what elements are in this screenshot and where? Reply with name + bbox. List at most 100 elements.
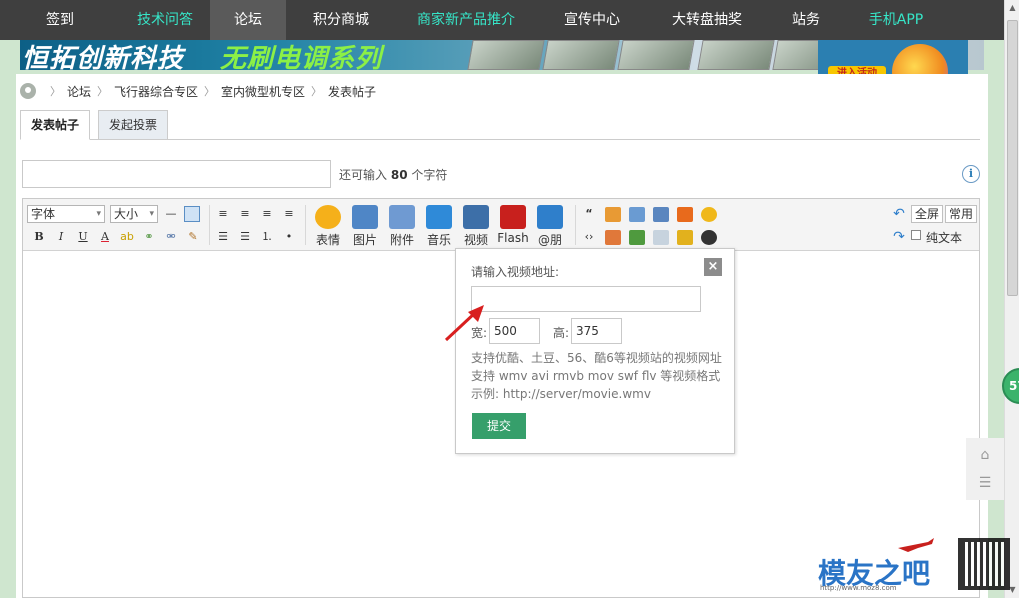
insert-link-icon[interactable]: ⚭ <box>141 229 157 245</box>
bold-icon[interactable]: B <box>31 229 47 245</box>
index-icon[interactable] <box>653 207 669 222</box>
nav-item[interactable]: 积分商城 <box>286 0 396 40</box>
quote-icon[interactable]: “ <box>581 206 597 222</box>
align-right-icon[interactable]: ≡ <box>259 206 275 222</box>
unlink-icon[interactable]: ⚮ <box>163 229 179 245</box>
scroll-thumb[interactable] <box>1007 20 1018 296</box>
nav-item[interactable]: 站务 <box>766 0 846 40</box>
plain-text-label: 纯文本 <box>926 231 963 245</box>
common-button[interactable]: 常用 <box>945 205 978 223</box>
undo-icon[interactable]: ↶ <box>891 206 907 222</box>
vertical-scrollbar[interactable]: ▲ ▼ <box>1004 0 1019 598</box>
code-icon[interactable]: ‹› <box>581 229 597 245</box>
media-button-label: Flash <box>497 231 529 245</box>
font-color-icon[interactable]: A <box>97 229 113 245</box>
product-image <box>542 40 620 70</box>
product-image <box>467 40 545 70</box>
char-counter: 还可输入 80 个字符 <box>339 168 448 182</box>
side-tools: ⌂ ☰ <box>966 438 1004 500</box>
float-left-icon[interactable]: ☰ <box>215 229 231 245</box>
top-nav: 签到 技术问答 论坛 积分商城 商家新产品推介 宣传中心 大转盘抽奖 站务 手机APP <box>0 0 1004 40</box>
media-button[interactable]: 表情 <box>311 205 345 248</box>
hide-content-icon[interactable] <box>605 230 621 245</box>
media-button-label: 音乐 <box>426 233 451 247</box>
key-icon[interactable] <box>677 230 693 245</box>
product-image <box>617 40 695 70</box>
underline-icon[interactable]: U <box>75 229 91 245</box>
nav-item[interactable]: 签到 <box>0 0 120 40</box>
fullscreen-button[interactable]: 全屏 <box>911 205 944 223</box>
banner-subtitle: 无刷电调系列 <box>220 44 383 70</box>
info-icon[interactable]: i <box>962 165 980 183</box>
product-image <box>697 40 775 70</box>
breadcrumb-indoor-micro[interactable]: 室内微型机专区 <box>221 83 305 100</box>
dialog-title: 请输入视频地址: <box>471 265 560 279</box>
media-button[interactable]: 音乐 <box>422 205 456 248</box>
post-tabs: 发表帖子 发起投票 <box>20 110 980 140</box>
tab-new-post[interactable]: 发表帖子 <box>20 110 91 140</box>
plain-text-checkbox[interactable] <box>911 230 921 240</box>
highlight-icon[interactable]: ab <box>119 229 135 245</box>
clear-format-icon[interactable]: ✎ <box>185 229 201 245</box>
scroll-up-icon[interactable]: ▲ <box>1007 2 1018 14</box>
qr-code-image <box>958 538 1010 590</box>
media-button-label: @朋 <box>537 233 562 247</box>
breadcrumb: 〉 论坛 〉 飞行器综合专区 〉 室内微型机专区 〉 发表帖子 <box>20 82 376 100</box>
image-icon <box>352 205 378 229</box>
site-logo[interactable]: 模友之吧 http://www.moz8.com <box>818 550 958 598</box>
media-button-label: 附件 <box>389 233 414 247</box>
media-button-label: 视频 <box>463 233 488 247</box>
nav-item[interactable]: 技术问答 <box>120 0 210 40</box>
unordered-list-icon[interactable]: • <box>281 229 297 245</box>
password-icon[interactable] <box>653 230 669 245</box>
nav-item[interactable]: 手机APP <box>846 0 946 40</box>
flash-icon <box>500 205 526 229</box>
ordered-list-icon[interactable]: ⒈ <box>259 229 275 245</box>
media-button[interactable]: @朋 <box>533 205 567 248</box>
float-right-icon[interactable]: ☰ <box>237 229 253 245</box>
qq-icon[interactable] <box>701 230 717 245</box>
list-icon[interactable]: ☰ <box>976 474 994 492</box>
back-to-top-icon[interactable]: ⌂ <box>976 446 994 464</box>
video-url-input[interactable] <box>471 286 701 312</box>
breadcrumb-forum[interactable]: 论坛 <box>67 83 91 100</box>
nav-item[interactable]: 论坛 <box>210 0 286 40</box>
media-button-label: 图片 <box>352 233 377 247</box>
video-width-input[interactable]: 500 <box>489 318 540 344</box>
home-pin-icon[interactable] <box>20 83 36 99</box>
align-center-icon[interactable]: ≡ <box>237 206 253 222</box>
nav-item[interactable]: 大转盘抽奖 <box>648 0 766 40</box>
download-icon[interactable] <box>629 230 645 245</box>
redo-icon[interactable]: ↷ <box>891 229 907 245</box>
submit-button[interactable]: 提交 <box>472 413 526 439</box>
media-button-label: 表情 <box>315 233 340 247</box>
font-size-select[interactable]: 大小 <box>110 205 158 223</box>
nav-item[interactable]: 宣传中心 <box>536 0 648 40</box>
nav-item[interactable]: 商家新产品推介 <box>396 0 536 40</box>
align-left-icon[interactable]: ≡ <box>215 206 231 222</box>
film-icon <box>463 205 489 229</box>
red-arrow-annotation <box>444 305 484 342</box>
media-button[interactable]: 图片 <box>348 205 382 248</box>
breadcrumb-aircraft-zone[interactable]: 飞行器综合专区 <box>114 83 198 100</box>
media-button[interactable]: 视频 <box>459 205 493 248</box>
font-family-select[interactable]: 字体 <box>27 205 105 223</box>
table-icon[interactable] <box>184 206 200 222</box>
media-button[interactable]: Flash <box>496 205 530 245</box>
horizontal-rule-icon[interactable]: — <box>163 206 179 222</box>
media-button[interactable]: 附件 <box>385 205 419 248</box>
italic-icon[interactable]: I <box>53 229 69 245</box>
close-icon[interactable]: × <box>704 258 722 276</box>
video-height-input[interactable]: 375 <box>571 318 622 344</box>
postbg-icon[interactable] <box>677 207 693 222</box>
breadcrumb-current: 发表帖子 <box>328 84 377 99</box>
post-title-input[interactable] <box>22 160 331 188</box>
tab-new-poll[interactable]: 发起投票 <box>98 110 169 140</box>
help-text: 支持优酷、土豆、56、酷6等视频站的视频网址 支持 wmv avi rmvb m… <box>471 351 722 401</box>
page-break-icon[interactable] <box>629 207 645 222</box>
banner-title: 恒拓创新科技 <box>22 44 185 70</box>
align-justify-icon[interactable]: ≡ <box>281 206 297 222</box>
remaining-count: 80 <box>390 168 408 182</box>
free-content-icon[interactable] <box>605 207 621 222</box>
bg-color-icon[interactable] <box>701 207 717 222</box>
